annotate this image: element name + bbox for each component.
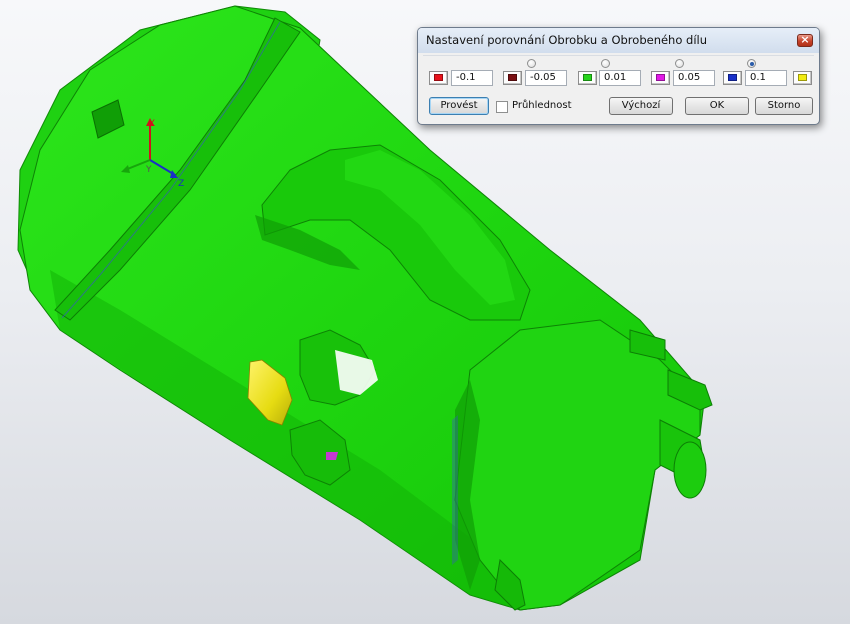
color-swatch-5[interactable] — [723, 71, 742, 85]
threshold-input-2[interactable]: -0.05 — [525, 70, 567, 86]
color-swatch-1-fill — [434, 74, 443, 81]
default-button[interactable]: Výchozí — [609, 97, 673, 115]
color-swatch-6-fill — [798, 74, 807, 81]
comparison-settings-dialog: Nastavení porovnání Obrobku a Obrobeného… — [417, 27, 820, 125]
threshold-radio-2[interactable] — [527, 59, 536, 68]
cancel-button[interactable]: Storno — [755, 97, 813, 115]
dialog-titlebar[interactable]: Nastavení porovnání Obrobku a Obrobeného… — [418, 28, 819, 53]
axis-z-label: Z — [178, 179, 184, 189]
threshold-radio-4[interactable] — [675, 59, 684, 68]
transparency-label: Průhlednost — [512, 100, 572, 111]
threshold-input-1[interactable]: -0.1 — [451, 70, 493, 86]
apply-button[interactable]: Provést — [429, 97, 489, 115]
ok-button[interactable]: OK — [685, 97, 749, 115]
axis-x-label: X — [149, 119, 155, 129]
color-swatch-3[interactable] — [578, 71, 597, 85]
color-swatch-3-fill — [583, 74, 592, 81]
color-swatch-2[interactable] — [503, 71, 522, 85]
color-swatch-2-fill — [508, 74, 517, 81]
threshold-input-4[interactable]: 0.05 — [673, 70, 715, 86]
threshold-radio-3[interactable] — [601, 59, 610, 68]
threshold-radio-5[interactable] — [747, 59, 756, 68]
transparency-checkbox[interactable] — [496, 101, 508, 113]
color-swatch-5-fill — [728, 74, 737, 81]
color-swatch-6[interactable] — [793, 71, 812, 85]
threshold-input-3[interactable]: 0.01 — [599, 70, 641, 86]
dialog-title: Nastavení porovnání Obrobku a Obrobeného… — [426, 33, 708, 47]
threshold-input-5[interactable]: 0.1 — [745, 70, 787, 86]
dialog-body: -0.1 -0.05 0.01 0.05 0.1 Provést Průhled… — [423, 55, 814, 119]
close-icon[interactable]: × — [797, 33, 813, 47]
axis-y-label: Y — [145, 165, 152, 175]
color-swatch-1[interactable] — [429, 71, 448, 85]
color-swatch-4[interactable] — [651, 71, 670, 85]
color-swatch-4-fill — [656, 74, 665, 81]
